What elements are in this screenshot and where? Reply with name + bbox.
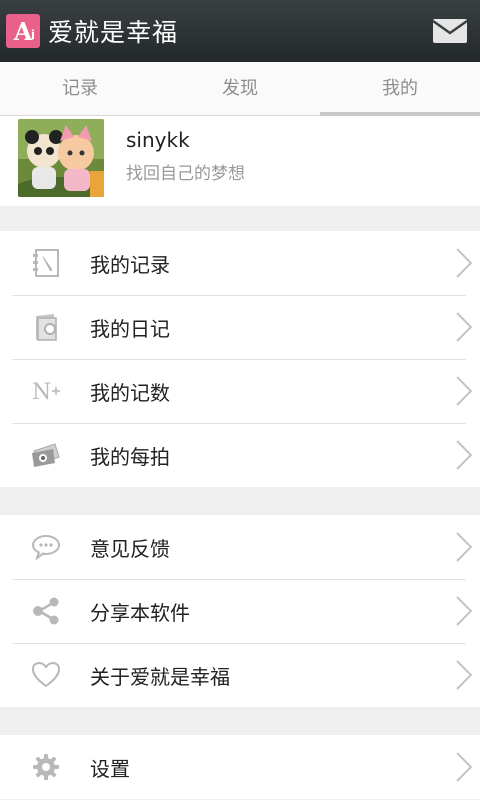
menu-item-my-diary[interactable]: 我的日记 [0,295,480,359]
notebook-icon [30,247,62,279]
menu-item-about[interactable]: 关于爱就是幸福 [0,643,480,707]
menu-item-label: 我的记数 [90,380,170,405]
menu-group-records: 我的记录 我的日记 N 我的记数 我的每拍 [0,231,480,487]
menu-item-label: 我的日记 [90,316,170,341]
gear-icon [30,751,62,783]
app-logo-sub: i [30,28,35,42]
tab-records[interactable]: 记录 [0,62,160,115]
menu-item-share[interactable]: 分享本软件 [0,579,480,643]
chevron-right-icon [456,532,473,562]
chevron-right-icon [456,248,473,278]
mail-icon [432,19,468,43]
counter-icon: N [30,375,62,407]
menu-item-my-records[interactable]: 我的记录 [0,231,480,295]
tab-mine[interactable]: 我的 [320,62,480,116]
menu-group-about: 意见反馈 分享本软件 关于爱就是幸福 [0,515,480,707]
chevron-right-icon [456,660,473,690]
menu-item-label: 关于爱就是幸福 [90,664,230,689]
menu-item-settings[interactable]: 设置 [0,735,480,799]
app-logo-letter: A [13,16,33,46]
diary-icon [30,311,62,343]
share-icon [30,595,62,627]
chevron-right-icon [456,752,473,782]
menu-item-my-photos[interactable]: 我的每拍 [0,423,480,487]
profile-card[interactable]: sinykk 找回自己的梦想 [0,116,480,206]
chevron-right-icon [456,440,473,470]
tab-bar: 记录 发现 我的 [0,62,480,116]
menu-group-settings: 设置 [0,735,480,799]
menu-item-label: 意见反馈 [90,536,170,561]
chevron-right-icon [456,376,473,406]
menu-item-label: 我的每拍 [90,444,170,469]
title-bar: A i 爱就是幸福 [0,0,480,62]
avatar[interactable] [18,119,104,197]
profile-motto: 找回自己的梦想 [126,164,245,184]
feedback-icon [30,531,62,563]
menu-item-label: 我的记录 [90,252,170,277]
photo-icon [30,439,62,471]
profile-username: sinykk [126,128,190,152]
menu-item-label: 分享本软件 [90,600,190,625]
menu-item-label: 设置 [90,756,130,781]
svg-text:N: N [32,380,51,404]
heart-icon [30,659,62,691]
chevron-right-icon [456,596,473,626]
menu-item-feedback[interactable]: 意见反馈 [0,515,480,579]
app-logo: A i [6,14,40,48]
tab-discover[interactable]: 发现 [160,62,320,115]
app-title: 爱就是幸福 [48,18,179,47]
mail-button[interactable] [432,16,468,46]
chevron-right-icon [456,312,473,342]
menu-item-my-counts[interactable]: N 我的记数 [0,359,480,423]
